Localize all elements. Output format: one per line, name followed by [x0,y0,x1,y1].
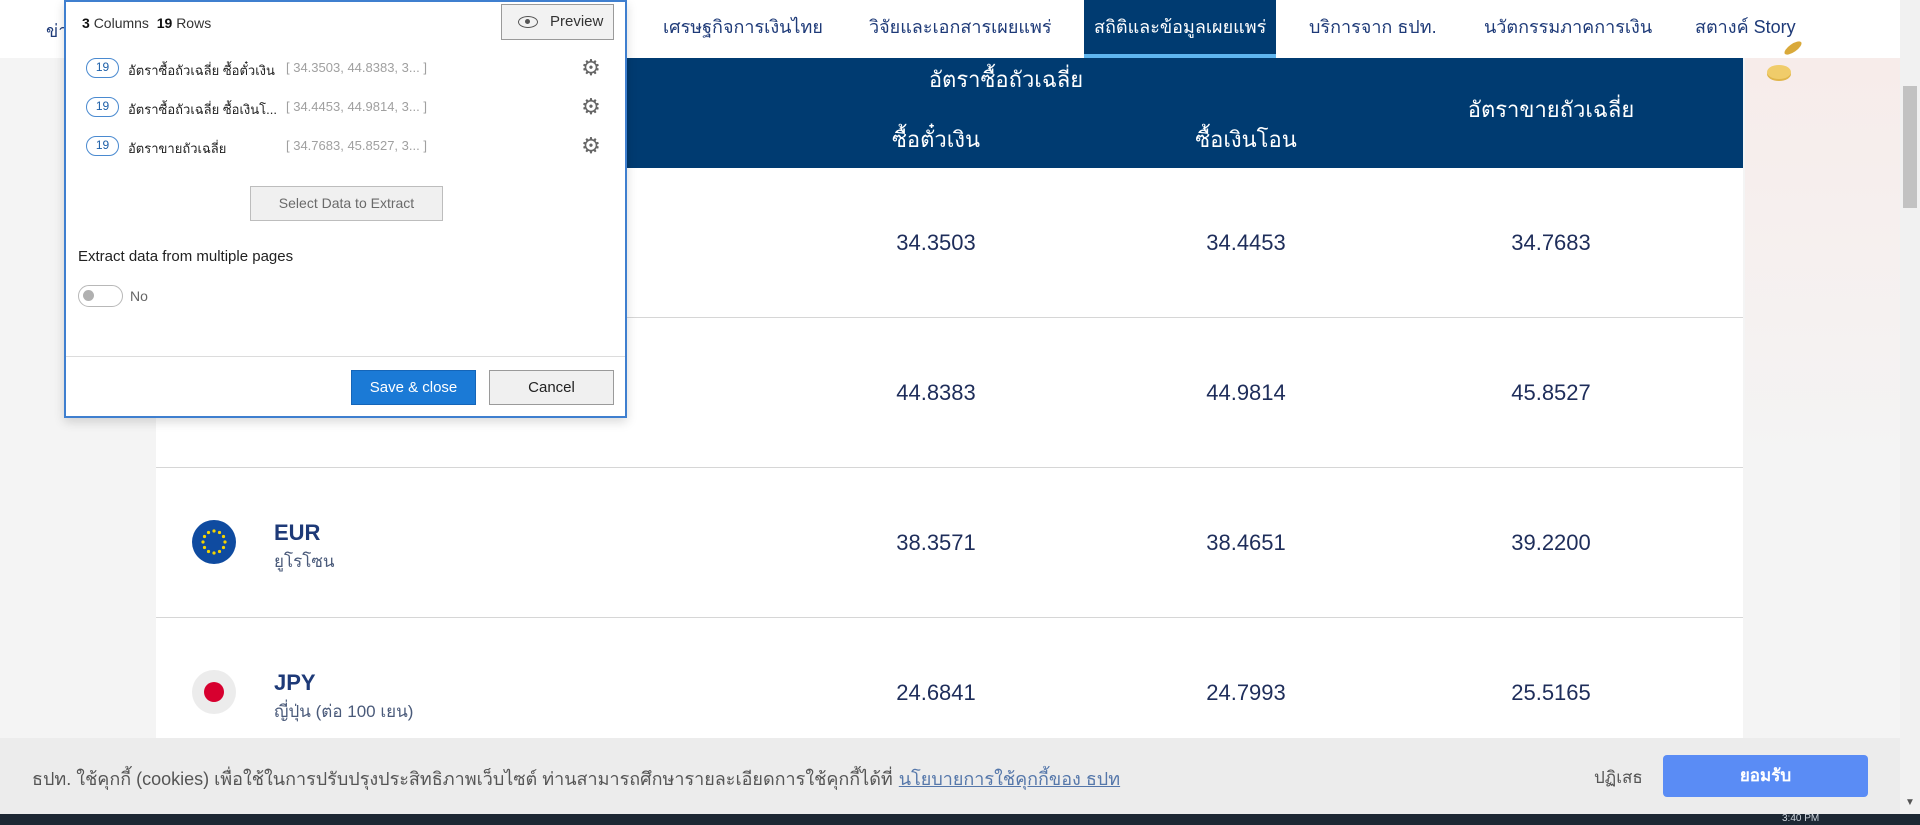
extract-data-dialog: 3 Columns 19 Rows Preview 19 อัตราซื้อถั… [64,0,627,418]
dialog-summary: 3 Columns 19 Rows [82,15,211,31]
reject-button[interactable]: ปฏิเสธ [1594,764,1643,791]
rate-buy-tt: 38.3571 [896,530,976,555]
currency-code: EUR [274,520,321,545]
nav-item-thai-economy[interactable]: เศรษฐกิจการเงินไทย [663,0,823,58]
columns-count: 3 [82,15,90,31]
os-taskbar: 3:40 PM [0,814,1920,825]
extract-column-item[interactable]: 19 อัตราขายถัวเฉลี่ย [ 34.7683, 45.8527,… [86,133,616,159]
cookie-text: ธปท. ใช้คุกกี้ (cookies) เพื่อใช้ในการปร… [32,769,893,789]
currency-name: ยูโรโซน [274,552,335,571]
column-count-badge: 19 [86,136,119,156]
column-name: อัตราซื้อถัวเฉลี่ย ซื้อเงินโ... [128,102,277,117]
rows-word: Rows [176,15,212,31]
column-header-buy-tt: ซื้อตั๋วเงิน [891,127,981,152]
cookie-banner: ธปท. ใช้คุกกี้ (cookies) เพื่อใช้ในการปร… [0,738,1900,814]
select-data-button[interactable]: Select Data to Extract [250,186,443,221]
coin-icon [1767,41,1802,81]
column-name: อัตราซื้อถัวเฉลี่ย ซื้อตั๋วเงิน [128,63,275,78]
rate-buy-transfer: 38.4651 [1206,530,1286,555]
currency-code: JPY [274,670,316,695]
column-values-preview: [ 34.3503, 44.8383, 3... ] [286,60,427,75]
rate-sell: 39.2200 [1511,530,1591,555]
column-header-avg-sell: อัตราขายถัวเฉลี่ย [1467,97,1635,122]
gear-icon[interactable]: ⚙ [580,57,602,79]
rate-buy-tt: 44.8383 [896,380,976,405]
gear-icon[interactable]: ⚙ [580,135,602,157]
group-header-avg-buy: อัตราซื้อถัวเฉลี่ย [928,67,1084,92]
nav-item-innovation[interactable]: นวัตกรรมภาคการเงิน [1484,0,1652,58]
rows-count: 19 [156,15,173,31]
cookie-policy-link[interactable]: นโยบายการใช้คุกกี้ของ ธปท [899,769,1120,789]
rate-buy-transfer: 34.4453 [1206,230,1286,255]
page-scrollbar[interactable]: ▼ [1900,0,1920,814]
column-count-badge: 19 [86,97,119,117]
nav-item-research[interactable]: วิจัยและเอกสารเผยแพร่ [869,0,1052,58]
save-close-button[interactable]: Save & close [351,370,476,405]
table-row: EUR ยูโรโซน 38.3571 38.4651 39.2200 [156,468,1743,618]
column-name: อัตราขายถัวเฉลี่ย [128,141,227,156]
extract-column-item[interactable]: 19 อัตราซื้อถัวเฉลี่ย ซื้อเงินโ... [ 34.… [86,94,616,120]
multi-page-label: Extract data from multiple pages [78,248,294,265]
rate-sell: 45.8527 [1511,380,1591,405]
rate-sell: 34.7683 [1511,230,1591,255]
scrollbar-thumb[interactable] [1903,86,1917,208]
gear-icon[interactable]: ⚙ [580,96,602,118]
rate-buy-tt: 34.3503 [896,230,976,255]
preview-label: Preview [550,13,604,30]
table-row: JPY ญี่ปุ่น (ต่อ 100 เยน) 24.6841 24.799… [156,618,1743,738]
extract-column-item[interactable]: 19 อัตราซื้อถัวเฉลี่ย ซื้อตั๋วเงิน [ 34.… [86,55,616,81]
taskbar-clock: 3:40 PM [1782,813,1820,824]
columns-word: Columns [93,15,149,31]
page-background-decoration [1745,58,1900,738]
column-header-buy-transfer: ซื้อเงินโอน [1195,127,1297,152]
eu-flag-icon [192,520,236,564]
column-values-preview: [ 34.7683, 45.8527, 3... ] [286,138,427,153]
currency-name: ญี่ปุ่น (ต่อ 100 เยน) [274,702,414,721]
column-values-preview: [ 34.4453, 44.9814, 3... ] [286,99,427,114]
cancel-button[interactable]: Cancel [489,370,614,405]
jp-flag-icon [192,670,236,714]
nav-item-services[interactable]: บริการจาก ธปท. [1309,0,1437,58]
multi-page-toggle[interactable] [78,285,123,307]
eye-icon [518,16,538,28]
toggle-state-label: No [130,288,148,304]
rate-buy-transfer: 44.9814 [1206,380,1286,405]
accept-button[interactable]: ยอมรับ [1663,755,1868,797]
dialog-divider [66,356,625,357]
column-count-badge: 19 [86,58,119,78]
preview-button[interactable]: Preview [501,4,614,40]
cookie-message: ธปท. ใช้คุกกี้ (cookies) เพื่อใช้ในการปร… [32,764,1120,793]
nav-item-statistics[interactable]: สถิติและข้อมูลเผยแพร่ [1084,0,1277,58]
scroll-down-icon[interactable]: ▼ [1905,797,1915,808]
